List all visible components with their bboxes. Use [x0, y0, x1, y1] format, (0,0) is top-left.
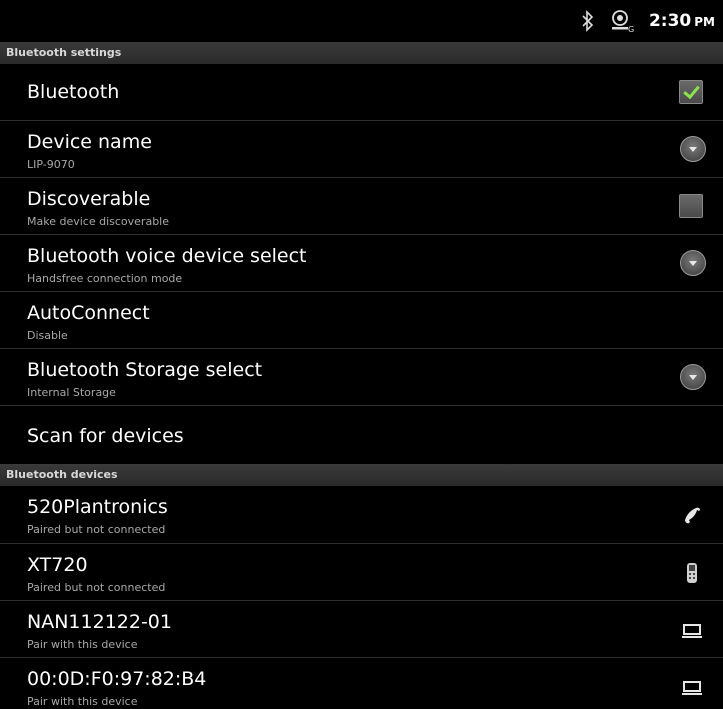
device-row[interactable]: 520Plantronics Paired but not connected: [0, 486, 723, 544]
svg-text:G: G: [628, 25, 634, 33]
autoconnect-row[interactable]: AutoConnect Disable: [0, 292, 723, 349]
device-name: 00:0D:F0:97:82:B4: [27, 668, 207, 690]
mobile-phone-icon: [687, 563, 697, 583]
device-row[interactable]: NAN112122-01 Pair with this device: [0, 601, 723, 658]
bluetooth-icon: [582, 10, 594, 32]
clock-time: 2:30: [648, 11, 692, 31]
storage-select-subtitle: Internal Storage: [27, 386, 116, 399]
phone-handset-icon: [685, 507, 700, 524]
storage-select-title: Bluetooth Storage select: [27, 359, 263, 381]
laptop-icon: [682, 681, 702, 695]
voice-device-select-subtitle: Handsfree connection mode: [27, 272, 183, 285]
device-status: Pair with this device: [27, 638, 138, 651]
device-name: XT720: [27, 554, 88, 576]
clock-ampm: PM: [694, 15, 715, 29]
storage-select-row[interactable]: Bluetooth Storage select Internal Storag…: [0, 349, 723, 406]
bluetooth-devices-header: Bluetooth devices: [0, 464, 723, 486]
discoverable-checkbox[interactable]: [679, 194, 703, 218]
autoconnect-title: AutoConnect: [27, 302, 150, 324]
gps-icon: G: [611, 10, 634, 33]
chevron-down-icon[interactable]: [680, 364, 706, 390]
voice-device-select-row[interactable]: Bluetooth voice device select Handsfree …: [0, 235, 723, 292]
device-name-title: Device name: [27, 131, 152, 153]
device-name-value: LIP-9070: [27, 158, 75, 171]
discoverable-subtitle: Make device discoverable: [27, 215, 169, 228]
laptop-icon: [682, 624, 702, 638]
device-status: Pair with this device: [27, 695, 138, 708]
device-name: NAN112122-01: [27, 611, 172, 633]
device-name-row[interactable]: Device name LIP-9070: [0, 121, 723, 178]
bluetooth-settings-header: Bluetooth settings: [0, 42, 723, 64]
device-row[interactable]: XT720 Paired but not connected: [0, 544, 723, 601]
status-icons: G 2:30 PM: [581, 8, 715, 34]
voice-device-select-title: Bluetooth voice device select: [27, 245, 307, 267]
bluetooth-toggle-title: Bluetooth: [27, 81, 120, 103]
chevron-down-icon[interactable]: [680, 250, 706, 276]
scan-for-devices-title: Scan for devices: [27, 425, 184, 447]
scan-for-devices-row[interactable]: Scan for devices: [0, 406, 723, 464]
chevron-down-icon[interactable]: [680, 136, 706, 162]
device-status: Paired but not connected: [27, 581, 166, 594]
bluetooth-toggle-row[interactable]: Bluetooth: [0, 64, 723, 121]
discoverable-row[interactable]: Discoverable Make device discoverable: [0, 178, 723, 235]
device-status: Paired but not connected: [27, 523, 166, 536]
bluetooth-checkbox[interactable]: [679, 80, 703, 104]
autoconnect-subtitle: Disable: [27, 329, 68, 342]
clock: 2:30 PM: [649, 11, 715, 31]
discoverable-title: Discoverable: [27, 188, 151, 210]
device-row[interactable]: 00:0D:F0:97:82:B4 Pair with this device: [0, 658, 723, 709]
device-name: 520Plantronics: [27, 496, 168, 518]
status-bar: G 2:30 PM: [0, 0, 723, 42]
